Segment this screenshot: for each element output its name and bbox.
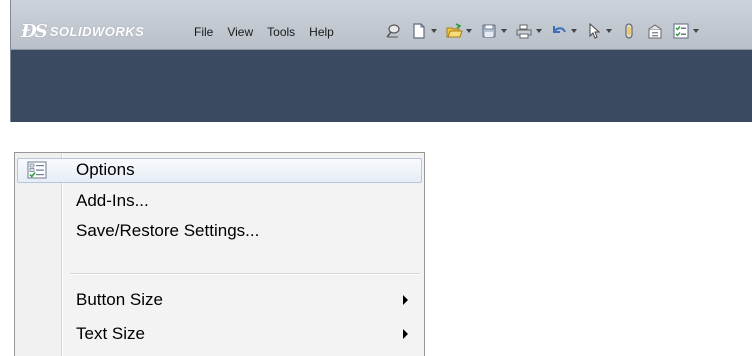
options-button[interactable] [669, 22, 702, 40]
logo-brand-text: SOLIDWORKS [49, 23, 145, 39]
rebuild-button[interactable] [617, 22, 641, 40]
open-dropdown-arrow-icon[interactable] [466, 29, 472, 33]
menu-item-add-ins[interactable]: Add-Ins... [15, 187, 424, 215]
select-button[interactable] [582, 22, 615, 40]
menu-separator [70, 273, 420, 274]
menu-file[interactable]: File [187, 23, 220, 41]
menu-tools[interactable]: Tools [260, 23, 302, 41]
save-button[interactable] [477, 22, 510, 40]
new-document-icon [413, 23, 425, 39]
new-dropdown-arrow-icon[interactable] [431, 29, 437, 33]
pin-icon [386, 24, 400, 38]
submenu-arrow-icon [403, 295, 408, 305]
undo-button[interactable] [547, 22, 580, 40]
open-folder-icon [446, 23, 463, 38]
standard-toolbar [381, 18, 702, 44]
options-checklist-icon [27, 161, 47, 179]
menu-item-label: Add-Ins... [76, 191, 149, 210]
save-icon [482, 24, 496, 38]
print-icon [516, 24, 532, 39]
menu-item-options[interactable]: Options [15, 156, 424, 184]
select-cursor-icon [589, 22, 601, 39]
file-properties-button[interactable] [643, 22, 667, 40]
select-dropdown-arrow-icon[interactable] [606, 29, 612, 33]
menu-help[interactable]: Help [302, 23, 341, 41]
rebuild-icon [625, 23, 633, 39]
menu-view[interactable]: View [220, 23, 260, 41]
file-properties-icon [648, 24, 662, 39]
undo-dropdown-arrow-icon[interactable] [571, 29, 577, 33]
title-bar: ƉS SOLIDWORKS File View Tools Help [11, 0, 752, 50]
ds-logo-mark: ƉS [21, 20, 48, 42]
menu-item-label: Save/Restore Settings... [76, 221, 260, 240]
solidworks-logo[interactable]: ƉS SOLIDWORKS [21, 18, 169, 44]
print-dropdown-arrow-icon[interactable] [536, 29, 542, 33]
menu-item-label: Options [76, 160, 135, 179]
print-button[interactable] [512, 22, 545, 40]
open-button[interactable] [442, 22, 475, 40]
solidworks-window: ƉS SOLIDWORKS File View Tools Help [10, 0, 752, 122]
save-dropdown-arrow-icon[interactable] [501, 29, 507, 33]
options-dropdown-arrow-icon[interactable] [693, 29, 699, 33]
pin-button[interactable] [381, 22, 405, 40]
submenu-arrow-icon [403, 329, 408, 339]
menu-bar: File View Tools Help [187, 23, 341, 41]
menu-item-save-restore-settings[interactable]: Save/Restore Settings... [15, 217, 424, 245]
undo-icon [553, 26, 566, 33]
menu-item-label: Text Size [76, 324, 145, 343]
new-document-button[interactable] [407, 22, 440, 40]
options-dropdown-menu: Options Add-Ins... Save/Restore Settings… [14, 152, 425, 356]
options-icon [673, 23, 689, 39]
menu-item-text-size[interactable]: Text Size [15, 320, 424, 348]
menu-item-button-size[interactable]: Button Size [15, 286, 424, 314]
menu-item-label: Button Size [76, 290, 163, 309]
